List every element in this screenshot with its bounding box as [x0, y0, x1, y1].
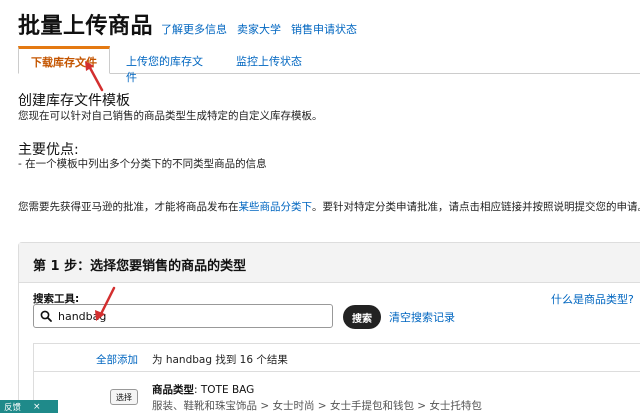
add-all-link[interactable]: 全部添加 [96, 352, 138, 367]
create-template-title: 创建库存文件模板 [18, 93, 130, 109]
tab-download-inventory-file[interactable]: 下载库存文件 [18, 46, 110, 74]
what-is-product-type-link[interactable]: 什么是商品类型? [551, 291, 634, 307]
tab-bar: 下载库存文件 上传您的库存文件 监控上传状态 [18, 46, 640, 84]
product-type-value: : TOTE BAG [194, 384, 255, 396]
approval-notice: 您需要先获得亚马逊的批准，才能将商品发布在某些商品分类下。要针对特定分类申请批准… [18, 199, 640, 214]
tab-upload-inventory-file[interactable]: 上传您的库存文件 [114, 46, 224, 84]
advantages-item: - 在一个模板中列出多个分类下的不同类型商品的信息 [18, 158, 267, 170]
close-icon[interactable]: × [33, 402, 41, 412]
product-type: 商品类型: TOTE BAG [152, 382, 254, 397]
page-header: 批量上传商品 了解更多信息 卖家大学 销售申请状态 [18, 8, 357, 40]
results-header: 全部添加 为 handbag 找到 16 个结果 [34, 344, 640, 372]
header-links: 了解更多信息 卖家大学 销售申请状态 [161, 21, 357, 37]
tab-monitor-upload-status[interactable]: 监控上传状态 [224, 46, 324, 74]
clear-search-history-link[interactable]: 清空搜索记录 [389, 309, 455, 325]
page-title: 批量上传商品 [18, 14, 154, 39]
feedback-button[interactable]: 反馈 × [0, 400, 58, 413]
approval-notice-text-1: 您需要先获得亚马逊的批准，才能将商品发布在 [18, 201, 239, 213]
create-template-desc: 您现在可以针对自己销售的商品类型生成特定的自定义库存模板。 [18, 110, 323, 122]
result-count: 为 handbag 找到 16 个结果 [152, 354, 288, 366]
search-input[interactable] [58, 309, 318, 323]
search-button[interactable]: 搜索 [343, 305, 381, 329]
search-results: 全部添加 为 handbag 找到 16 个结果 选择 商品类型: TOTE B… [33, 343, 640, 413]
search-box[interactable] [33, 304, 333, 328]
feedback-label: 反馈 [4, 402, 22, 413]
search-icon [40, 310, 52, 322]
step1-panel: 第 1 步：选择您要销售的商品的类型 搜索工具: 什么是商品类型? 搜索 清空搜… [18, 242, 640, 413]
product-type-label: 商品类型 [152, 384, 194, 396]
select-button[interactable]: 选择 [110, 389, 138, 405]
category-path: 服装、鞋靴和珠宝饰品 > 女士时尚 > 女士手提包和钱包 > 女士托特包 [152, 400, 482, 412]
step1-title: 第 1 步：选择您要销售的商品的类型 [19, 243, 640, 283]
learn-more-link[interactable]: 了解更多信息 [161, 21, 227, 37]
category-approval-link[interactable]: 某些商品分类下 [239, 201, 313, 213]
seller-university-link[interactable]: 卖家大学 [237, 21, 281, 37]
approval-notice-text-2: 。要针对特定分类申请批准，请点击相应链接并按照说明提交您的申请。 [312, 201, 640, 213]
selling-application-status-link[interactable]: 销售申请状态 [291, 21, 357, 37]
